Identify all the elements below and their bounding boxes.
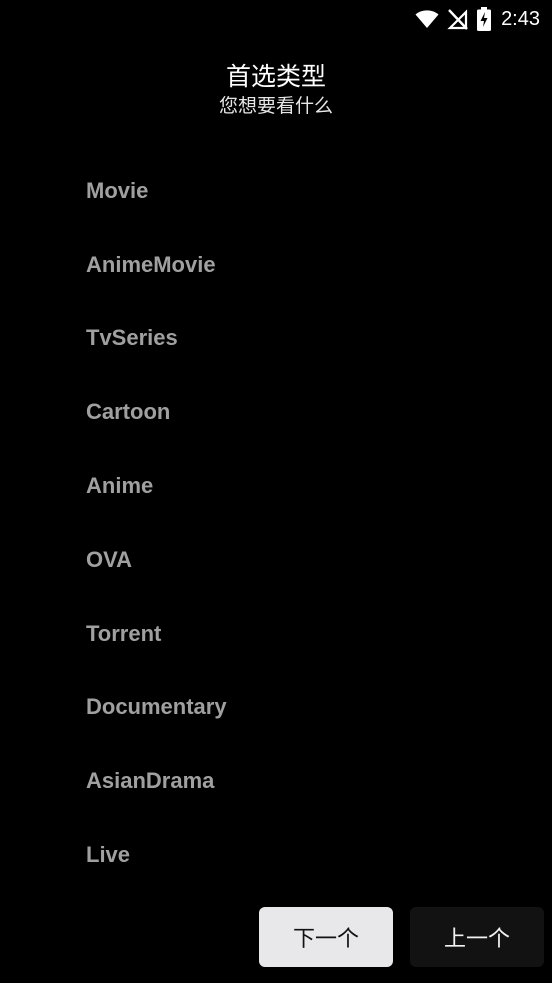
- next-button[interactable]: 下一个: [259, 907, 393, 967]
- genre-item-ova[interactable]: OVA: [0, 523, 552, 597]
- genre-item-anime[interactable]: Anime: [0, 449, 552, 523]
- no-signal-icon: [447, 8, 469, 30]
- genre-item-documentary[interactable]: Documentary: [0, 671, 552, 745]
- preferred-genre-screen: 2:43 首选类型 您想要看什么 Movie AnimeMovie TvSeri…: [0, 0, 552, 983]
- genre-item-torrent[interactable]: Torrent: [0, 597, 552, 671]
- genre-item-asiandrama[interactable]: AsianDrama: [0, 744, 552, 818]
- genre-list: Movie AnimeMovie TvSeries Cartoon Anime …: [0, 154, 552, 892]
- header: 首选类型 您想要看什么: [0, 62, 552, 118]
- page-subtitle: 您想要看什么: [218, 95, 333, 117]
- genre-item-cartoon[interactable]: Cartoon: [0, 375, 552, 449]
- genre-item-live[interactable]: Live: [0, 818, 552, 892]
- genre-item-animemovie[interactable]: AnimeMovie: [0, 228, 552, 302]
- wifi-icon: [415, 9, 439, 29]
- genre-item-tvseries[interactable]: TvSeries: [0, 302, 552, 376]
- page-title: 首选类型: [225, 62, 326, 91]
- genre-item-movie[interactable]: Movie: [0, 154, 552, 228]
- battery-charging-icon: [477, 7, 492, 31]
- previous-button[interactable]: 上一个: [410, 907, 544, 967]
- status-bar: 2:43: [0, 0, 552, 38]
- status-time: 2:43: [501, 7, 540, 30]
